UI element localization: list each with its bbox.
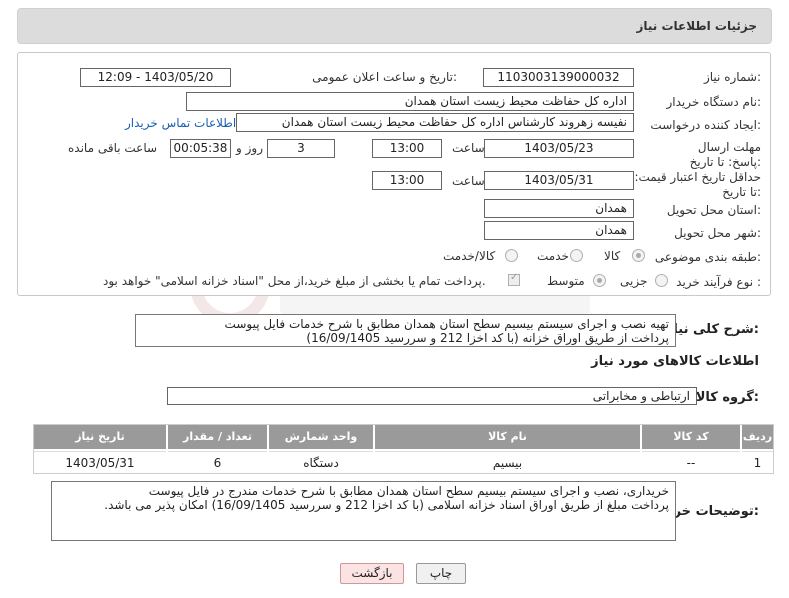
page-title: جزئیات اطلاعات نیاز xyxy=(636,19,757,33)
buyer-desc-line-1: خریداری، نصب و اجرای سیستم بیسیم سطح است… xyxy=(148,484,669,498)
buyer-org-label: نام دستگاه خریدار: xyxy=(666,95,762,109)
treasury-checkbox[interactable] xyxy=(508,272,520,286)
radio-jozi[interactable] xyxy=(655,274,668,287)
summary-textarea[interactable]: تهیه نصب و اجرای سیستم بیسیم سطح استان ه… xyxy=(135,314,676,347)
deadline-time-field: 13:00 xyxy=(372,139,442,158)
td-unit: دستگاه xyxy=(269,451,373,473)
td-code: -- xyxy=(642,451,740,473)
buyer-desc-textarea[interactable]: خریداری، نصب و اجرای سیستم بیسیم سطح است… xyxy=(51,481,676,541)
process-label: نوع فرآیند خرید : xyxy=(676,275,761,289)
radio-motevaset-label: متوسط xyxy=(547,274,585,288)
th-code: کد کالا xyxy=(642,425,740,449)
radio-kala-khedmat-label: کالا/خدمت xyxy=(443,249,496,263)
validity-label: حداقل تاریخ اعتبار قیمت: تا تاریخ: xyxy=(634,170,761,199)
goods-group-label: گروه کالا: xyxy=(695,390,759,405)
td-name: بیسیم xyxy=(375,451,640,473)
requester-label: ایجاد کننده درخواست: xyxy=(650,118,761,132)
page-header: جزئیات اطلاعات نیاز xyxy=(17,8,772,44)
back-button[interactable]: بازگشت xyxy=(340,563,404,584)
city-label: شهر محل تحویل: xyxy=(674,226,761,240)
province-label: استان محل تحویل: xyxy=(666,203,761,217)
goods-group-field: ارتباطی و مخابراتی xyxy=(167,387,697,405)
time-remaining-label: ساعت باقی مانده xyxy=(68,141,158,155)
th-unit: واحد شمارش xyxy=(269,425,373,449)
need-number-label: شماره نیاز: xyxy=(703,70,761,84)
time-remaining-field: 00:05:38 xyxy=(170,139,231,158)
city-field: همدان xyxy=(484,221,634,240)
td-qty: 6 xyxy=(168,451,267,473)
announce-label: تاریخ و ساعت اعلان عمومی: xyxy=(312,70,457,84)
announce-field: 1403/05/20 - 12:09 xyxy=(80,68,231,87)
deadline-label: مهلت ارسال پاسخ: تا تاریخ: xyxy=(689,140,761,169)
radio-khedmat[interactable] xyxy=(570,249,583,262)
category-label: طبقه بندی موضوعی: xyxy=(654,250,761,264)
buyer-desc-line-2: پرداخت مبلغ از طریق اوراق اسناد خزانه اس… xyxy=(104,498,669,512)
th-qty: تعداد / مقدار xyxy=(168,425,267,449)
td-row: 1 xyxy=(742,451,773,473)
validity-date-field: 1403/05/31 xyxy=(484,171,634,190)
radio-khedmat-label: خدمت xyxy=(537,249,569,263)
treasury-note: پرداخت تمام یا بخشی از مبلغ خرید،از محل … xyxy=(103,274,486,288)
province-field: همدان xyxy=(484,199,634,218)
days-remaining-field: 3 xyxy=(267,139,335,158)
summary-label: شرح کلی نیاز: xyxy=(665,322,759,337)
goods-table: ردیف کد کالا نام کالا واحد شمارش تعداد /… xyxy=(33,424,774,474)
validity-time-label: ساعت xyxy=(452,174,485,188)
requester-field: نفیسه زهروند کارشناس اداره کل حفاظت محیط… xyxy=(236,113,634,132)
print-button[interactable]: چاپ xyxy=(416,563,466,584)
deadline-date-field: 1403/05/23 xyxy=(484,139,634,158)
buyer-org-field: اداره کل حفاظت محیط زیست استان همدان xyxy=(186,92,634,111)
th-name: نام کالا xyxy=(375,425,640,449)
validity-time-field: 13:00 xyxy=(372,171,442,190)
radio-kala-label: کالا xyxy=(604,249,621,263)
days-label: روز و xyxy=(236,141,263,155)
radio-kala[interactable] xyxy=(632,249,645,262)
radio-kala-khedmat[interactable] xyxy=(505,249,518,262)
th-row: ردیف xyxy=(742,425,773,449)
th-date: تاریخ نیاز xyxy=(34,425,166,449)
radio-motevaset[interactable] xyxy=(593,274,606,287)
summary-line-1: تهیه نصب و اجرای سیستم بیسیم سطح استان ه… xyxy=(224,317,669,331)
deadline-time-label: ساعت xyxy=(452,141,485,155)
need-number-field: 1103003139000032 xyxy=(483,68,634,87)
goods-info-title: اطلاعات کالاهای مورد نیاز xyxy=(591,354,759,369)
buyer-contact-link[interactable]: اطلاعات تماس خریدار xyxy=(125,116,236,130)
summary-line-2: پرداخت از طریق اوراق خزانه (با کد اخزا 2… xyxy=(306,331,669,345)
td-date: 1403/05/31 xyxy=(34,451,166,473)
radio-jozi-label: جزیی xyxy=(620,274,648,288)
